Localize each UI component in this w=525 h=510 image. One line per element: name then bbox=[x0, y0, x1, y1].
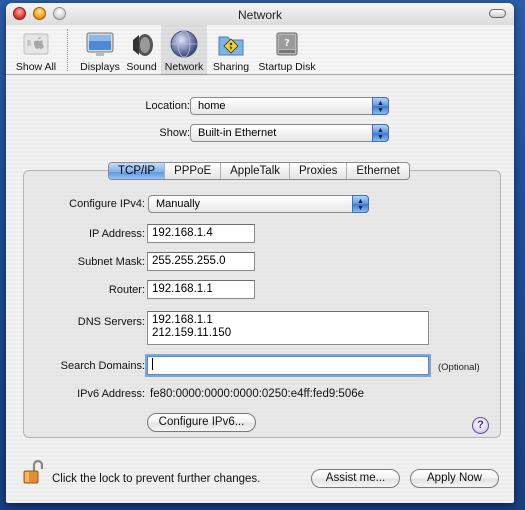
globe-icon bbox=[170, 30, 198, 58]
toolbar: Show All Displays Sound Network Sharing … bbox=[6, 25, 514, 75]
toolbar-item-network[interactable]: Network bbox=[161, 25, 207, 75]
tab-bar: TCP/IP PPPoE AppleTalk Proxies Ethernet bbox=[108, 162, 410, 180]
window-title: Network bbox=[237, 8, 282, 22]
toolbar-item-label: Network bbox=[164, 61, 204, 73]
show-value: Built-in Ethernet bbox=[198, 127, 277, 139]
dns-servers-label: DNS Servers: bbox=[77, 316, 145, 328]
subnet-mask-field[interactable]: 255.255.255.0 bbox=[147, 252, 255, 271]
configure-ipv4-value: Manually bbox=[156, 198, 201, 210]
show-label: Show: bbox=[159, 127, 190, 139]
toolbar-separator bbox=[67, 29, 68, 71]
ipv6-address-value: fe80:0000:0000:0000:0250:e4ff:fed9:506e bbox=[150, 388, 365, 400]
location-value: home bbox=[198, 100, 226, 112]
router-label: Router: bbox=[108, 284, 145, 296]
hard-disk-icon: ? bbox=[276, 32, 298, 56]
lock-message: Click the lock to prevent further change… bbox=[52, 473, 261, 485]
toolbar-toggle-button[interactable] bbox=[489, 9, 506, 18]
toolbar-item-label: Sharing bbox=[212, 61, 250, 73]
toolbar-item-sharing[interactable]: Sharing bbox=[209, 25, 253, 75]
toolbar-item-sound[interactable]: Sound bbox=[123, 25, 160, 75]
dns-servers-field[interactable]: 192.168.1.1 212.159.11.150 bbox=[147, 311, 429, 345]
configure-ipv6-button[interactable]: Configure IPv6... bbox=[147, 413, 256, 432]
optional-hint: (Optional) bbox=[438, 362, 480, 373]
router-field[interactable]: 192.168.1.1 bbox=[147, 280, 255, 299]
toolbar-item-label: Sound bbox=[126, 61, 157, 73]
display-icon bbox=[86, 32, 114, 56]
search-domains-field[interactable] bbox=[147, 356, 429, 375]
tab-tcpip[interactable]: TCP/IP bbox=[109, 163, 165, 179]
tab-pppoe[interactable]: PPPoE bbox=[164, 163, 220, 179]
speaker-icon bbox=[132, 34, 153, 56]
lock-icon[interactable] bbox=[23, 459, 45, 485]
subnet-mask-label: Subnet Mask: bbox=[77, 256, 145, 268]
title-bar[interactable]: Network bbox=[6, 3, 514, 25]
location-label: Location: bbox=[145, 100, 190, 112]
ip-address-field[interactable]: 192.168.1.4 bbox=[147, 224, 255, 243]
ipv6-address-label: IPv6 Address: bbox=[77, 388, 145, 400]
svg-text:?: ? bbox=[284, 38, 290, 49]
dns-server-entry: 212.159.11.150 bbox=[152, 327, 232, 339]
dns-server-entry: 192.168.1.1 bbox=[152, 314, 213, 326]
tab-appletalk[interactable]: AppleTalk bbox=[220, 163, 289, 179]
network-pane: Location: home ▲ ▼ Show: Built-in Etherne… bbox=[6, 76, 514, 503]
toolbar-item-startup-disk[interactable]: ? Startup Disk bbox=[255, 25, 319, 75]
ip-address-label: IP Address: bbox=[88, 228, 145, 240]
toolbar-item-show-all[interactable]: Show All bbox=[8, 25, 64, 75]
configure-ipv4-popup[interactable]: Manually ▲ ▼ bbox=[148, 195, 369, 213]
toolbar-item-label: Startup Disk bbox=[258, 61, 316, 73]
popup-arrows-icon: ▲ ▼ bbox=[372, 97, 389, 115]
configure-ipv4-label: Configure IPv4: bbox=[69, 198, 145, 210]
toolbar-item-displays[interactable]: Displays bbox=[78, 25, 122, 75]
search-domains-label: Search Domains: bbox=[60, 360, 145, 372]
tab-ethernet[interactable]: Ethernet bbox=[346, 163, 408, 179]
tab-proxies[interactable]: Proxies bbox=[289, 163, 346, 179]
apple-show-all-icon bbox=[23, 33, 49, 55]
show-popup[interactable]: Built-in Ethernet ▲ ▼ bbox=[190, 124, 389, 142]
location-popup[interactable]: home ▲ ▼ bbox=[190, 97, 389, 115]
text-caret bbox=[152, 357, 153, 370]
help-button[interactable]: ? bbox=[472, 417, 489, 434]
sharing-folder-icon bbox=[218, 36, 244, 56]
network-preferences-window: Network Show All Displays Sound Network … bbox=[6, 3, 514, 503]
toolbar-item-label: Show All bbox=[15, 61, 57, 73]
toolbar-item-label: Displays bbox=[80, 61, 120, 73]
popup-arrows-icon: ▲ ▼ bbox=[372, 124, 389, 142]
popup-arrows-icon: ▲ ▼ bbox=[352, 195, 369, 213]
assist-me-button[interactable]: Assist me... bbox=[311, 469, 400, 488]
apply-now-button[interactable]: Apply Now bbox=[410, 469, 499, 488]
